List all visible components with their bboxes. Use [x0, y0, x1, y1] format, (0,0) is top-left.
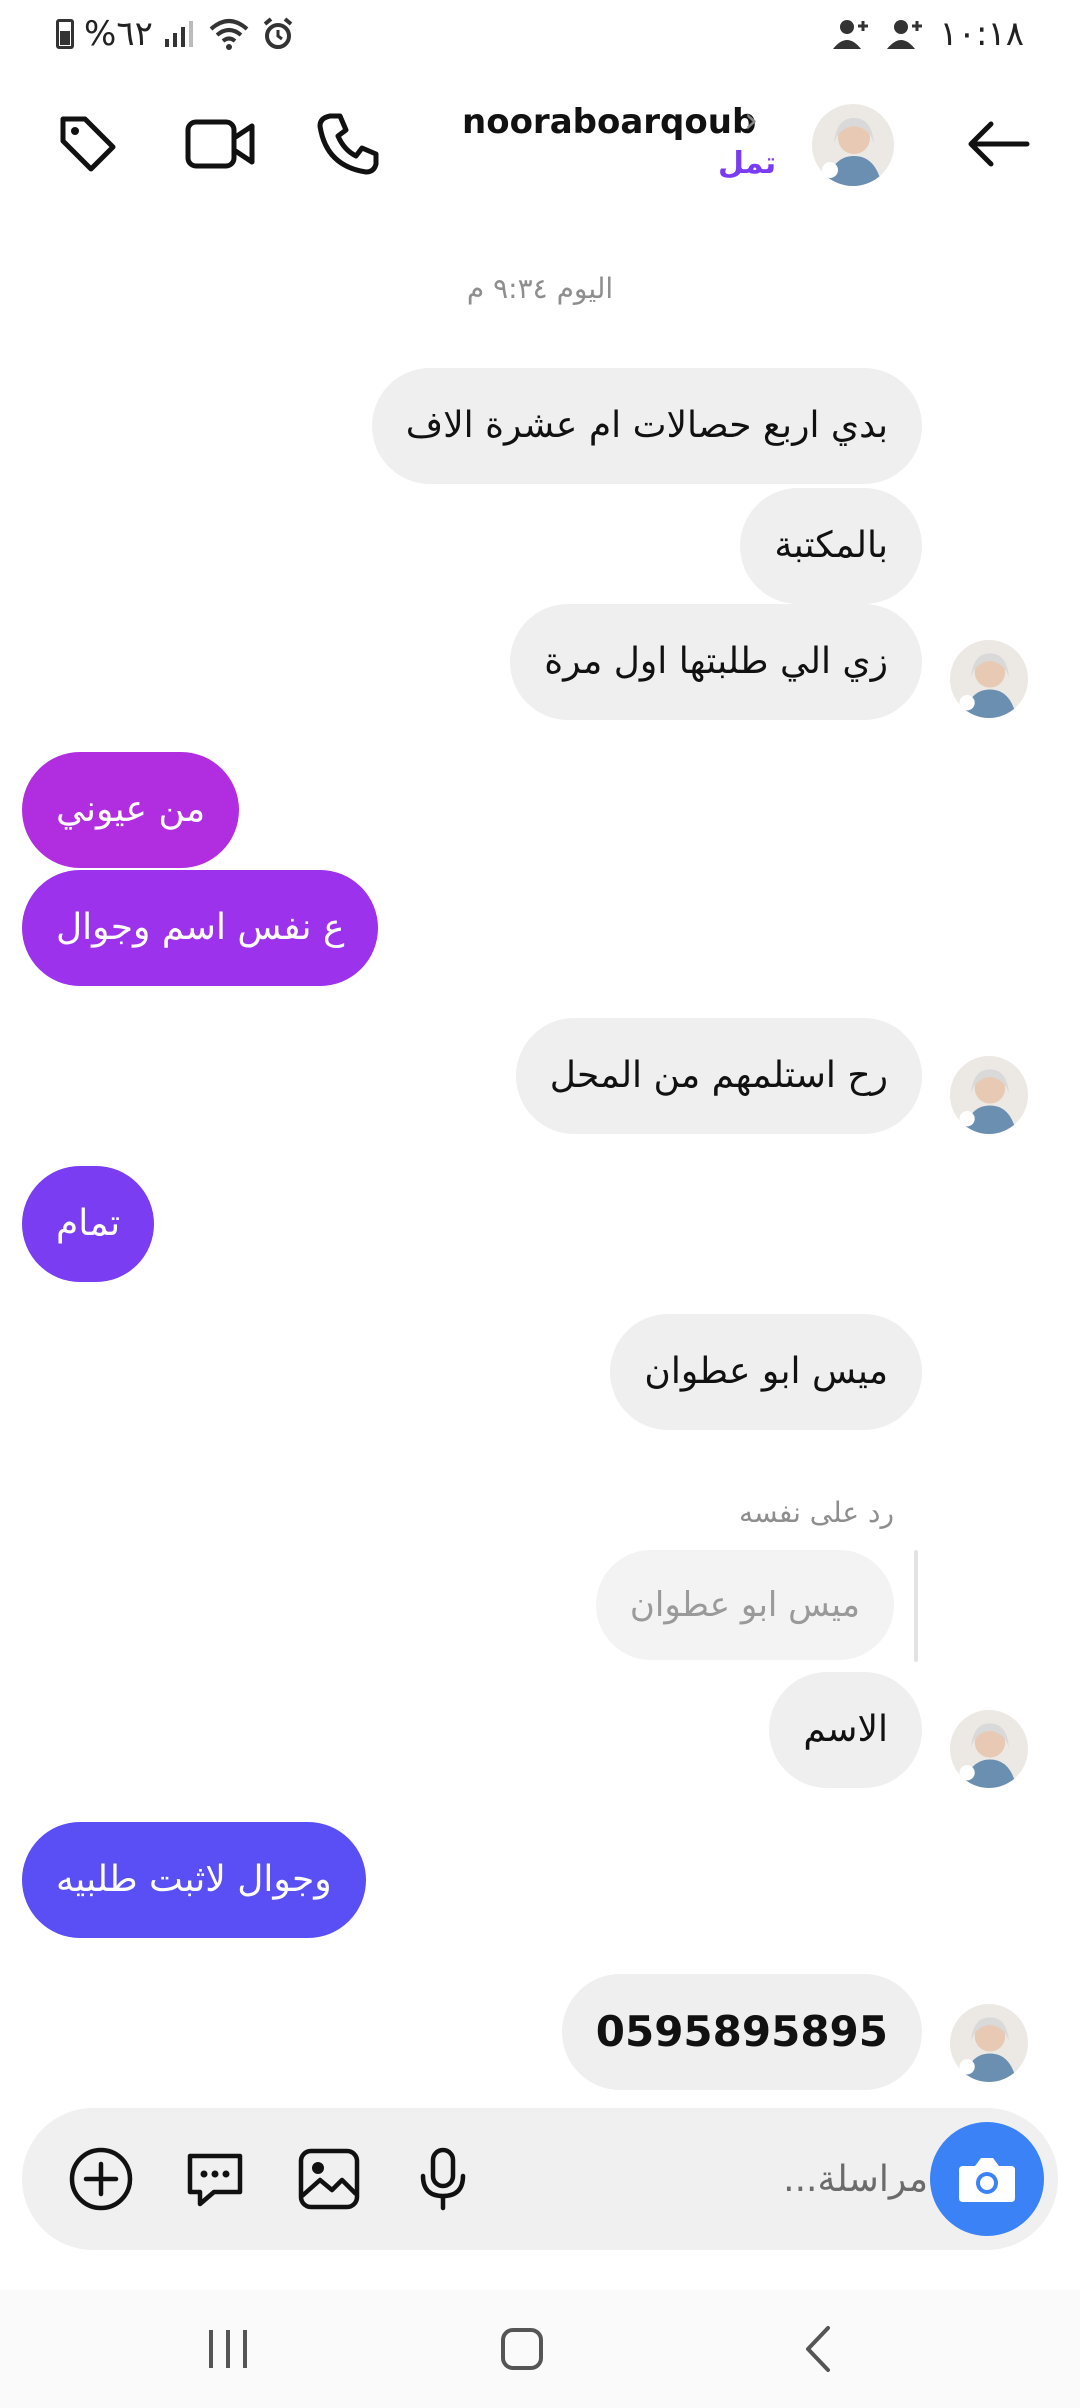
subtitle: تمل [718, 146, 777, 181]
back-icon[interactable] [778, 2314, 858, 2384]
status-bar: %٦٢ ١٠:١٨ [0, 0, 1080, 80]
battery-percent: %٦٢ [84, 14, 153, 54]
sender-avatar[interactable] [950, 640, 1028, 718]
avatar[interactable] [812, 104, 894, 186]
recent-apps-icon[interactable] [188, 2314, 268, 2384]
clock: ١٠:١٨ [939, 14, 1024, 54]
incoming-message[interactable]: 0595895895 [561, 1974, 922, 2090]
date-divider: اليوم ٩:٣٤ م [466, 272, 614, 305]
chevron-right-icon[interactable]: › [744, 100, 758, 141]
tag-icon[interactable] [48, 104, 128, 184]
outgoing-message[interactable]: تمام [22, 1166, 155, 1282]
signal-icon [164, 21, 193, 47]
sender-avatar[interactable] [950, 1710, 1028, 1788]
status-right: ١٠:١٨ [831, 14, 1024, 54]
plus-icon[interactable] [62, 2140, 140, 2218]
status-left: %٦٢ [56, 14, 295, 54]
battery-icon [56, 19, 74, 49]
outgoing-message[interactable]: ع نفس اسم وجوال [22, 870, 379, 986]
phone-icon[interactable] [308, 104, 388, 184]
sender-avatar[interactable] [950, 1056, 1028, 1134]
wifi-icon [209, 19, 249, 50]
add-person-icon [833, 20, 869, 49]
username[interactable]: nooraboarqoub [462, 102, 756, 142]
home-icon[interactable] [482, 2314, 562, 2384]
incoming-message[interactable]: ميس ابو عطوان [610, 1314, 922, 1430]
incoming-message[interactable]: بدي اربع حصالات ام عشرة الاف [371, 368, 922, 484]
back-arrow-icon[interactable] [958, 104, 1038, 184]
video-camera-icon[interactable] [180, 104, 260, 184]
alarm-icon [263, 17, 293, 49]
microphone-icon[interactable] [404, 2140, 482, 2218]
incoming-message[interactable]: زي الي طلبتها اول مرة [510, 604, 922, 720]
sticker-icon[interactable] [176, 2140, 254, 2218]
sender-avatar[interactable] [950, 2004, 1028, 2082]
gallery-icon[interactable] [290, 2140, 368, 2218]
outgoing-message[interactable]: من عيوني [22, 752, 240, 868]
incoming-message[interactable]: الاسم [769, 1672, 922, 1788]
incoming-message[interactable]: بالمكتبة [740, 488, 922, 604]
quoted-message[interactable]: ميس ابو عطوان [595, 1550, 894, 1660]
reply-bar [914, 1550, 918, 1662]
outgoing-message[interactable]: وجوال لاثبت طلبيه [22, 1822, 366, 1938]
message-composer [22, 2108, 1058, 2250]
chat-header: nooraboarqoub › تمل [0, 90, 1080, 200]
add-person-icon-2 [887, 20, 923, 49]
system-nav-bar [0, 2290, 1080, 2408]
camera-button[interactable] [930, 2122, 1044, 2236]
message-input[interactable] [492, 2146, 932, 2212]
camera-icon [959, 2158, 1015, 2202]
incoming-message[interactable]: رح استلمهم من المحل [515, 1018, 922, 1134]
reply-label: رد على نفسه [738, 1496, 894, 1529]
